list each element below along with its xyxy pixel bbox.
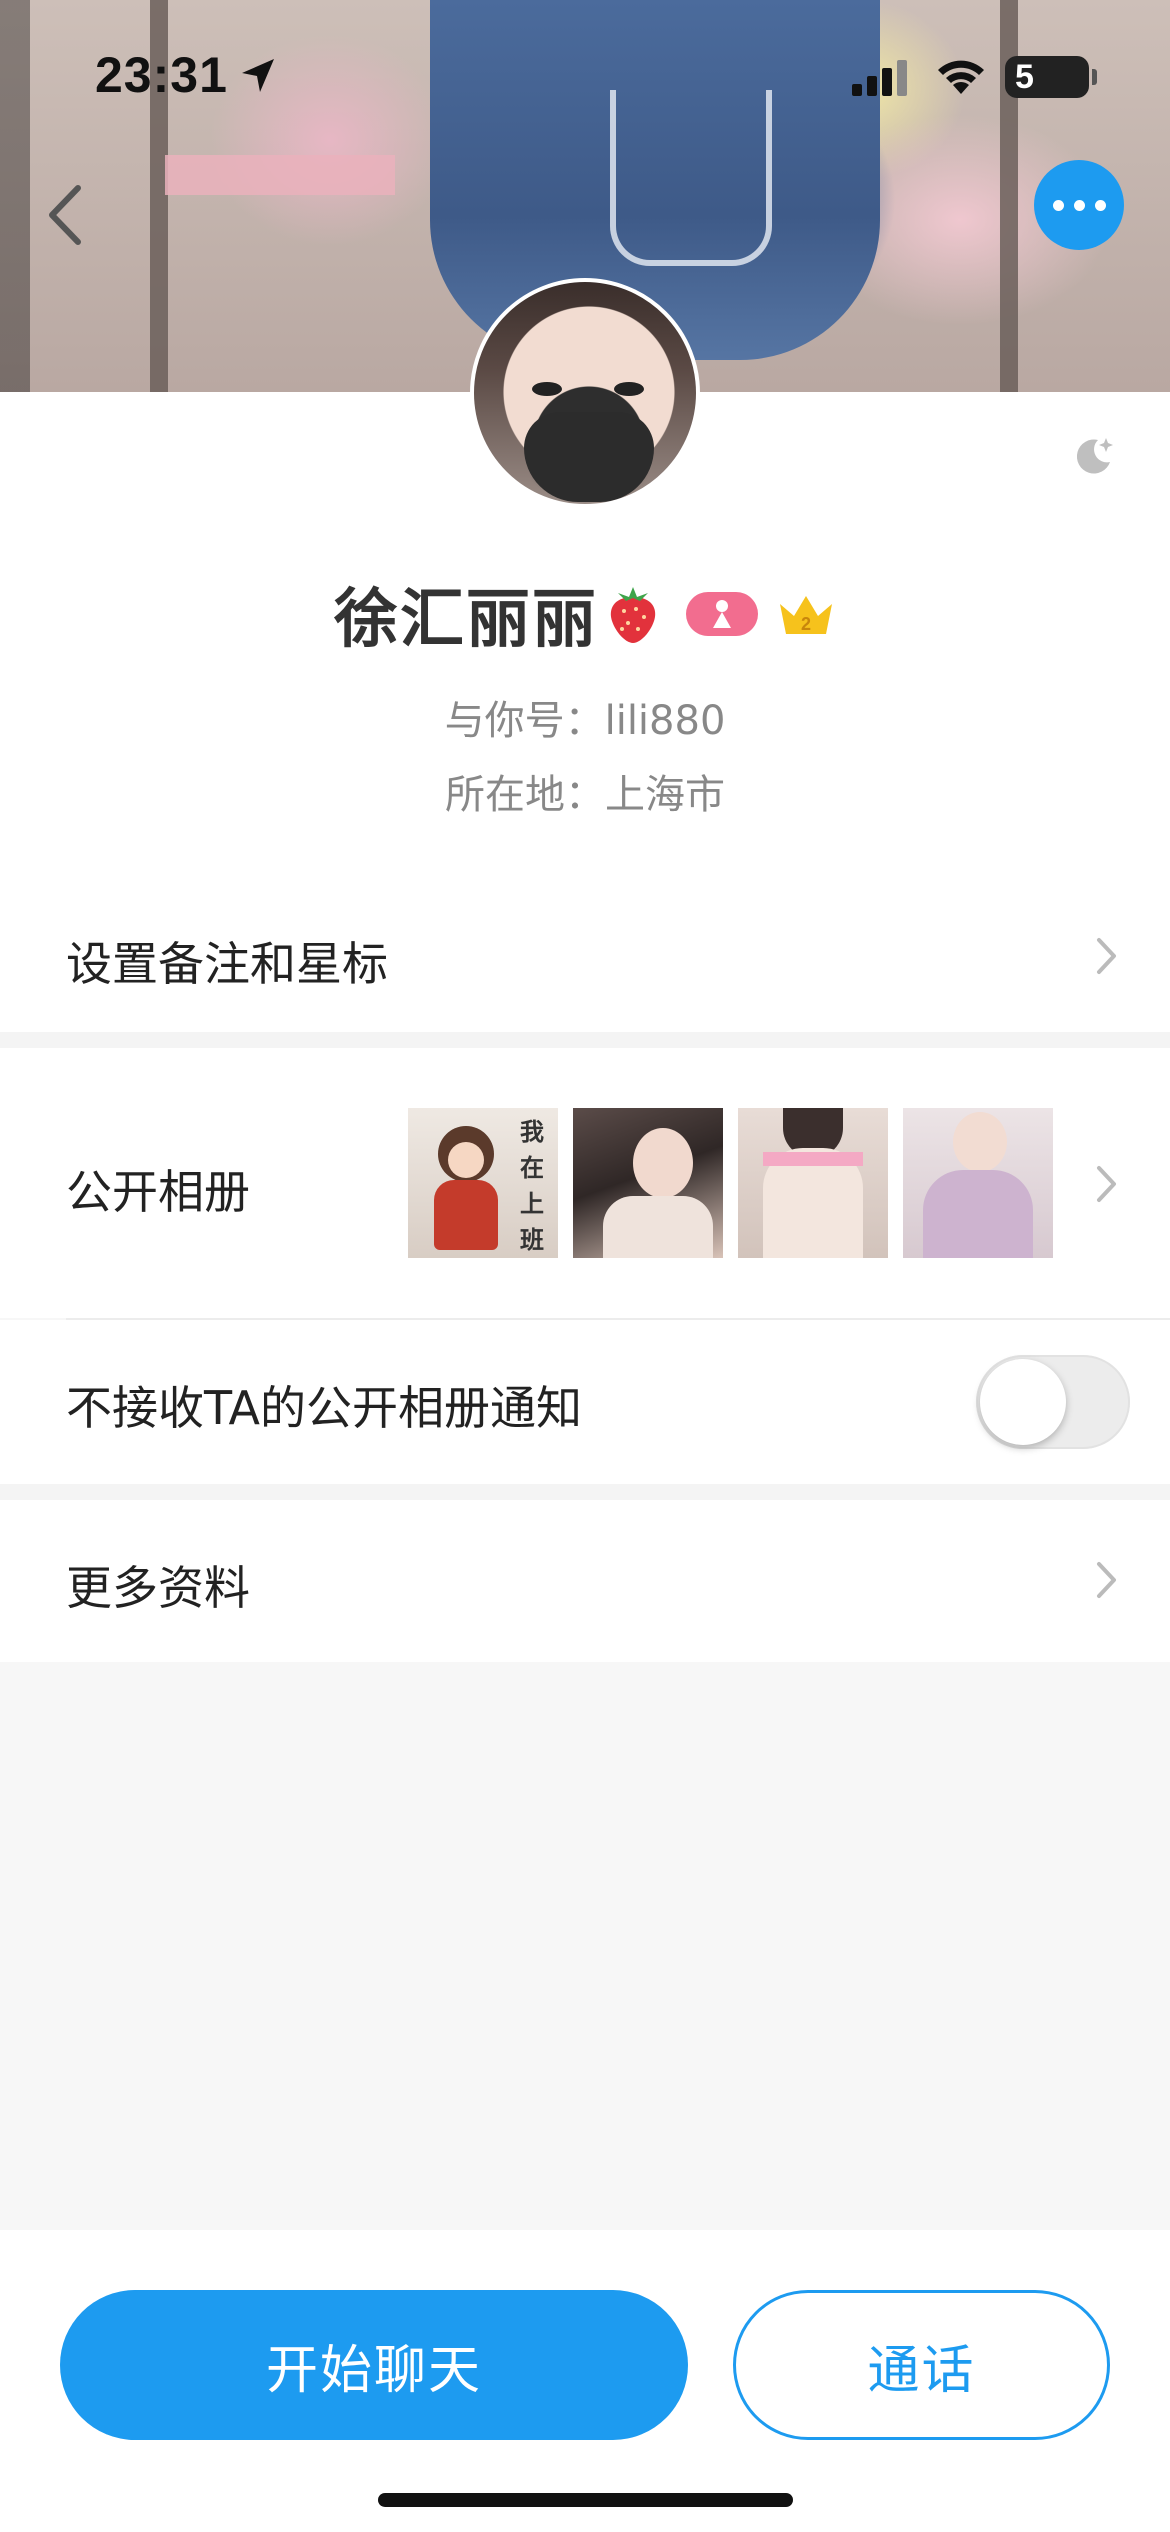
- album-mute-toggle[interactable]: [976, 1355, 1130, 1449]
- wifi-icon: [938, 60, 984, 94]
- cover-pocket: [610, 90, 772, 266]
- album-row[interactable]: 公开相册 我在上班: [0, 1048, 1170, 1318]
- female-icon: [713, 600, 731, 628]
- start-chat-button[interactable]: 开始聊天: [60, 2290, 688, 2440]
- remark-row[interactable]: 设置备注和星标: [0, 880, 1170, 1030]
- gender-badge-icon: [686, 592, 758, 636]
- avatar-mask: [524, 412, 654, 502]
- thumb-dress: [434, 1180, 498, 1250]
- crown-icon: 2: [780, 596, 832, 634]
- call-button[interactable]: 通话: [733, 2290, 1110, 2440]
- album-label: 公开相册: [66, 1165, 250, 1219]
- cover-shelf: [165, 155, 395, 195]
- more-dot: [1094, 199, 1106, 211]
- avatar-eye: [532, 382, 562, 396]
- name-row: 徐汇丽丽 2: [0, 568, 1170, 660]
- thumb-sticker: [763, 1152, 863, 1166]
- album-thumbs: 我在上班: [408, 1108, 1062, 1258]
- dark-mode-icon[interactable]: [1072, 434, 1116, 478]
- profile-name: 徐汇丽丽: [334, 583, 598, 657]
- album-thumb[interactable]: [573, 1108, 723, 1258]
- album-mute-label: 不接收TA的公开相册通知: [66, 1381, 582, 1435]
- thumb-face: [448, 1142, 484, 1178]
- more-info-row[interactable]: 更多资料: [0, 1500, 1170, 1662]
- battery-icon: 5: [1005, 56, 1097, 98]
- avatar[interactable]: [470, 278, 700, 508]
- chevron-right-icon: [1097, 1166, 1116, 1202]
- more-icon[interactable]: [1034, 160, 1124, 250]
- thumb-body: [923, 1170, 1033, 1258]
- strawberry-icon: [610, 587, 656, 643]
- more-info-label: 更多资料: [66, 1561, 250, 1615]
- back-icon[interactable]: [38, 180, 98, 250]
- thumb-face: [953, 1112, 1007, 1172]
- album-mute-row: 不接收TA的公开相册通知: [0, 1320, 1170, 1484]
- more-dot: [1052, 199, 1064, 211]
- toggle-knob: [980, 1359, 1066, 1445]
- chevron-right-icon: [1097, 938, 1116, 974]
- wechat-id: 与你号：lili880: [444, 698, 726, 744]
- avatar-eye: [614, 382, 644, 396]
- home-indicator[interactable]: [378, 2493, 793, 2507]
- more-dot: [1073, 199, 1085, 211]
- location: 所在地：上海市: [445, 772, 725, 818]
- album-thumb[interactable]: 我在上班: [408, 1108, 558, 1258]
- section-gap: [0, 1032, 1170, 1048]
- remark-label: 设置备注和星标: [66, 937, 388, 991]
- chevron-right-icon: [1097, 1562, 1116, 1598]
- section-gap: [0, 1484, 1170, 1500]
- thumb-face: [633, 1128, 693, 1198]
- thumb-caption: 我在上班: [520, 1118, 544, 1254]
- thumb-body: [603, 1196, 713, 1258]
- status-time: 23:31: [95, 47, 228, 103]
- location-arrow-icon: [242, 59, 274, 92]
- album-thumb[interactable]: [903, 1108, 1053, 1258]
- album-thumb[interactable]: [738, 1108, 888, 1258]
- svg-text:2: 2: [801, 614, 811, 634]
- signal-icon: [852, 60, 907, 96]
